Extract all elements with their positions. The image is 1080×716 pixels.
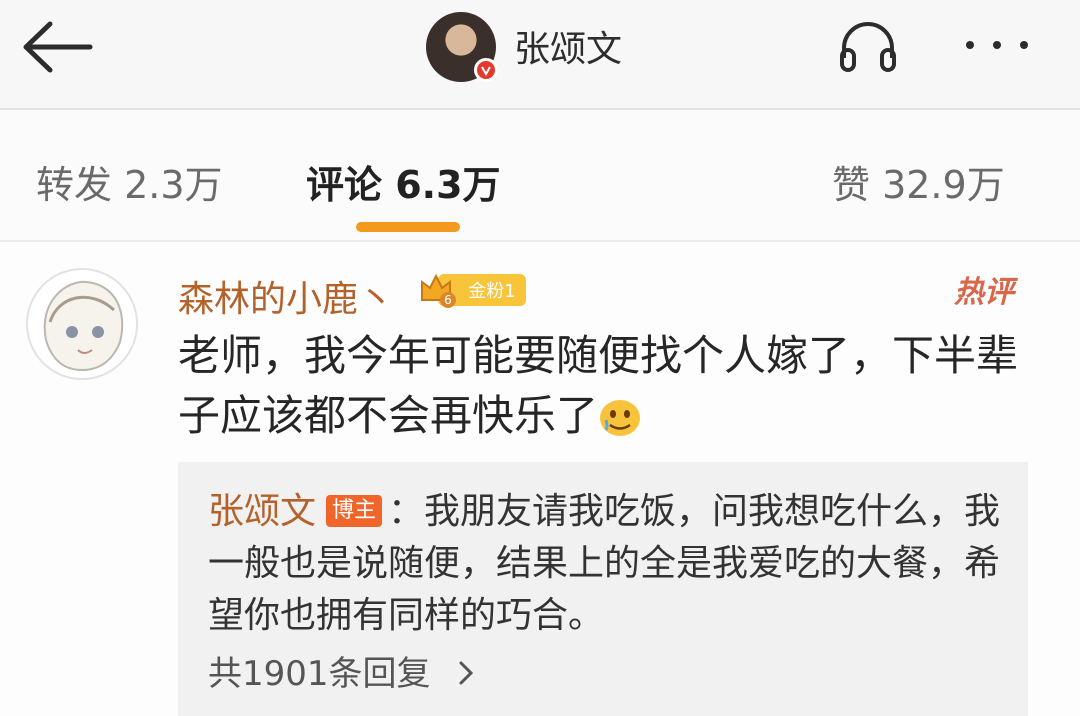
view-all-replies-link[interactable]: 共1901条回复 — [208, 646, 475, 695]
tab-likes[interactable]: 赞 32.9万 — [832, 154, 1005, 209]
hot-label: 热评 — [953, 275, 1019, 310]
page-title: 张颂文 — [514, 29, 623, 70]
fan-badge-label: 金粉1 — [468, 281, 515, 302]
anime-avatar-icon — [43, 280, 124, 372]
tab-repost[interactable]: 转发 2.3万 — [36, 154, 223, 209]
blogger-badge: 博主 — [326, 495, 383, 527]
headphone-icon[interactable] — [836, 18, 900, 74]
more-replies-label: 共1901条回复 — [208, 654, 431, 694]
verified-icon — [474, 58, 498, 82]
tab-bar: 转发 2.3万 评论 6.3万 赞 32.9万 — [0, 110, 1080, 242]
sad-smile-emoji-icon — [600, 400, 641, 436]
active-tab-indicator — [356, 222, 460, 232]
back-arrow-icon[interactable] — [20, 18, 96, 76]
reply-text-block: 张颂文 博主 ：我朋友请我吃饭，问我想吃什么，我一般也是说随便，结果上的全是我爱吃的… — [208, 486, 1008, 642]
comment-card: 森林的小鹿丶 6 金粉1 热评 老师，我今年可能要随便找个人嫁了，下半辈子应该都… — [0, 242, 1080, 716]
comment-body: 老师，我今年可能要随便找个人嫁了，下半辈子应该都不会再快乐了 — [178, 326, 1048, 446]
commenter-avatar[interactable] — [26, 268, 138, 380]
top-bar: 张颂文 — [0, 0, 1080, 110]
chevron-right-icon — [459, 661, 474, 685]
more-dots-icon[interactable] — [960, 30, 1034, 60]
reply-author[interactable]: 张颂文 — [208, 491, 316, 532]
commenter-username[interactable]: 森林的小鹿丶 — [178, 270, 394, 322]
tab-comments[interactable]: 评论 6.3万 — [306, 154, 501, 209]
author-avatar[interactable] — [426, 12, 498, 82]
fan-level: 6 — [444, 293, 452, 307]
reply-preview[interactable]: 张颂文 博主 ：我朋友请我吃饭，问我想吃什么，我一般也是说随便，结果上的全是我爱吃的… — [178, 462, 1028, 716]
fan-badge: 6 金粉1 — [421, 273, 526, 308]
hot-comment-tag: 热评 — [953, 275, 1019, 310]
